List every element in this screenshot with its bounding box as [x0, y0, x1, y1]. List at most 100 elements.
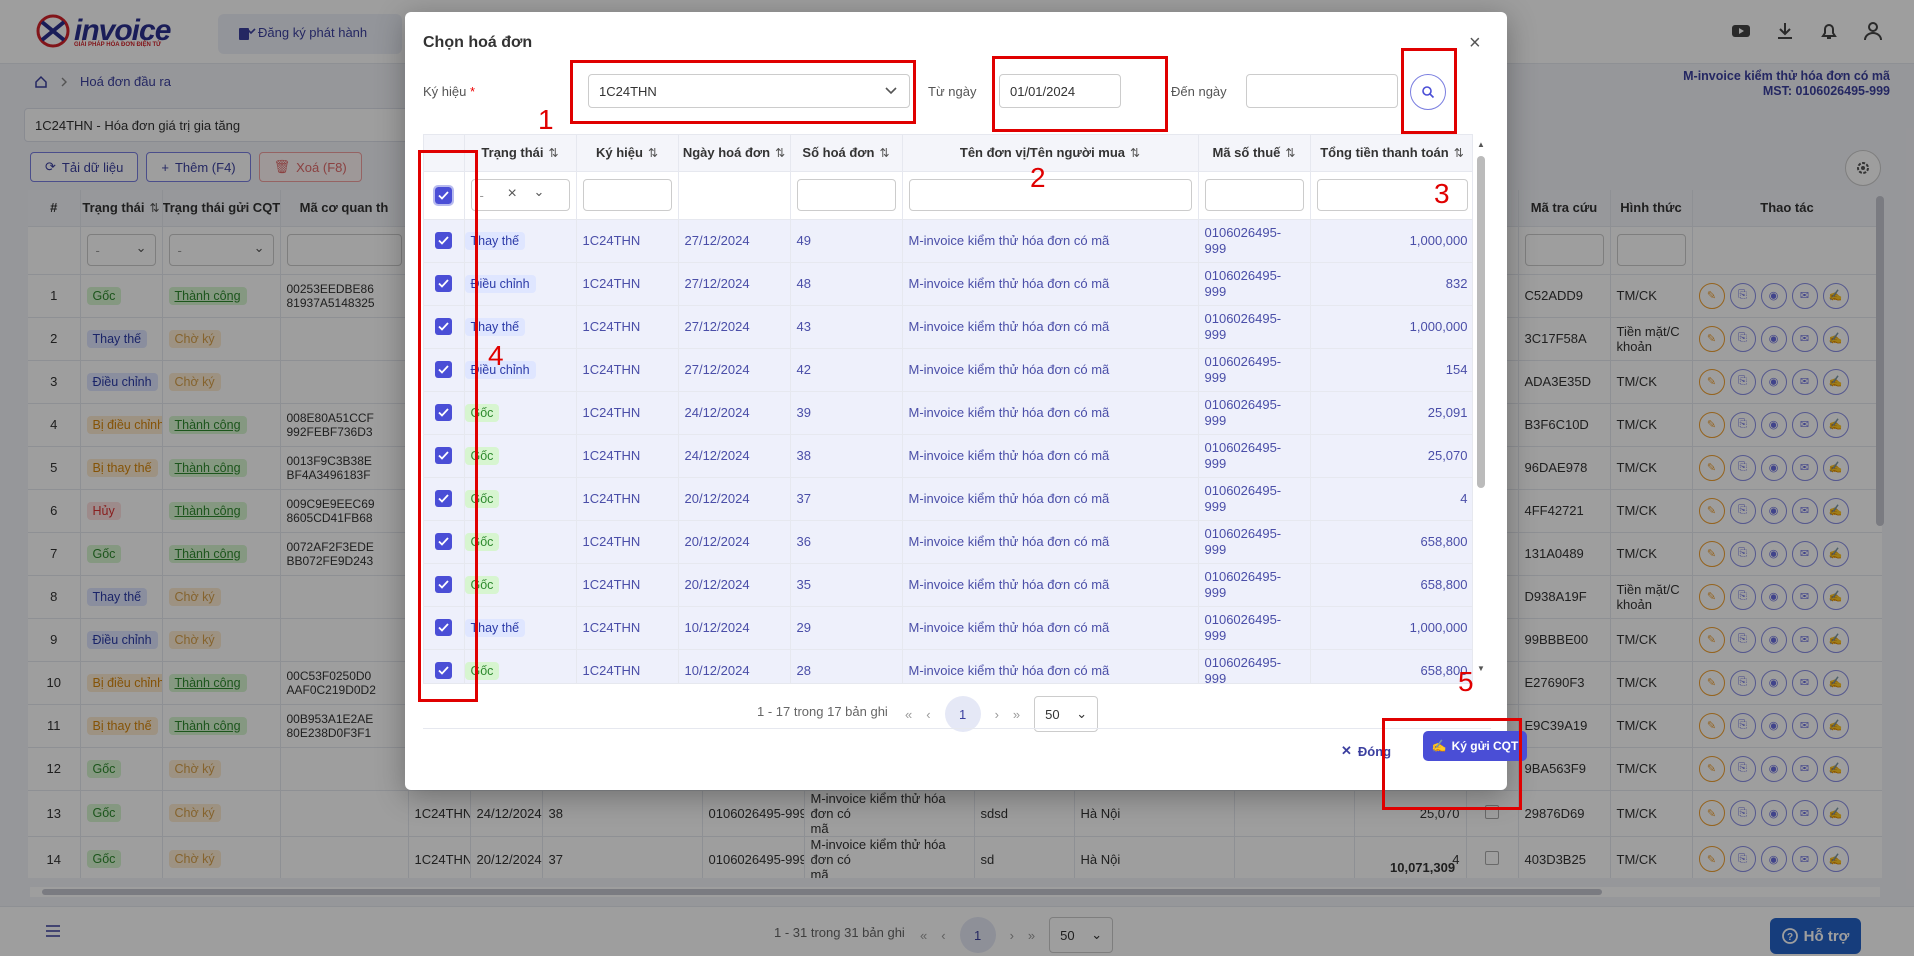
cell-total: 1,000,000 [1310, 606, 1472, 650]
annotation-box-1 [570, 60, 916, 124]
annotation-box-2 [992, 56, 1168, 132]
cell-serial: 1C24THN [576, 606, 679, 650]
modal-table-row[interactable]: Gốc 1C24THN 20/12/2024 37 M-invoice kiểm thử… [424, 477, 1472, 521]
cell-taxcode: 0106026495- 999 [1198, 477, 1311, 521]
to-date-label: Đến ngày [1171, 84, 1227, 99]
annotation-number-2: 2 [1030, 162, 1046, 193]
annotation-box-4 [418, 150, 478, 702]
cell-number: 36 [790, 520, 903, 564]
cell-number: 43 [790, 305, 903, 349]
m-col-taxcode[interactable]: Mã số thuế ⇅ [1198, 135, 1311, 172]
modal-table-row[interactable]: Gốc 1C24THN 20/12/2024 36 M-invoice kiểm thử… [424, 520, 1472, 564]
cell-taxcode: 0106026495- 999 [1198, 348, 1311, 392]
cell-date: 24/12/2024 [678, 391, 791, 435]
first-page-icon[interactable]: « [905, 707, 912, 722]
cell-number: 37 [790, 477, 903, 521]
cell-total: 4 [1310, 477, 1472, 521]
to-date-input[interactable] [1246, 74, 1398, 108]
modal-filter-row: - × ⌄ [424, 171, 1472, 220]
cell-buyer-name: M-invoice kiểm thử hóa đơn có mã [902, 520, 1199, 564]
annotation-number-5: 5 [1458, 666, 1474, 697]
annotation-number-4: 4 [488, 340, 504, 371]
number-filter[interactable] [796, 179, 896, 211]
select-invoice-modal: Chọn hoá đơn × Ký hiệu * 1C24THN Từ ngày… [405, 12, 1527, 790]
cell-buyer-name: M-invoice kiểm thử hóa đơn có mã [902, 434, 1199, 478]
cell-taxcode: 0106026495- 999 [1198, 606, 1311, 650]
cell-number: 42 [790, 348, 903, 392]
taxcode-filter[interactable] [1204, 179, 1304, 211]
m-col-total[interactable]: Tổng tiền thanh toán ⇅ [1310, 135, 1472, 172]
cell-number: 39 [790, 391, 903, 435]
modal-pager-info: 1 - 17 trong 17 bản ghi [757, 704, 888, 719]
cell-buyer-name: M-invoice kiểm thử hóa đơn có mã [902, 606, 1199, 650]
modal-table-row[interactable]: Điều chỉnh 1C24THN 27/12/2024 48 M-invoice k… [424, 262, 1472, 306]
buyer-filter[interactable] [908, 179, 1192, 211]
modal-vertical-scrollbar[interactable]: ▲ ▼ [1477, 140, 1485, 673]
cell-serial: 1C24THN [576, 520, 679, 564]
cell-serial: 1C24THN [576, 649, 679, 683]
cell-buyer-name: M-invoice kiểm thử hóa đơn có mã [902, 477, 1199, 521]
annotation-box-3 [1401, 48, 1457, 134]
cell-date: 27/12/2024 [678, 348, 791, 392]
modal-page-number[interactable]: 1 [944, 696, 981, 732]
cell-serial: 1C24THN [576, 434, 679, 478]
cell-serial: 1C24THN [576, 348, 679, 392]
cell-taxcode: 0106026495- 999 [1198, 262, 1311, 306]
m-col-serial[interactable]: Ký hiệu ⇅ [576, 135, 679, 172]
cell-taxcode: 0106026495- 999 [1198, 219, 1311, 263]
cell-taxcode: 0106026495- 999 [1198, 434, 1311, 478]
cell-date: 20/12/2024 [678, 477, 791, 521]
cell-buyer-name: M-invoice kiểm thử hóa đơn có mã [902, 305, 1199, 349]
modal-table-row[interactable]: Gốc 1C24THN 24/12/2024 39 M-invoice kiểm thử… [424, 391, 1472, 435]
cell-taxcode: 0106026495- 999 [1198, 520, 1311, 564]
cell-number: 29 [790, 606, 903, 650]
cell-total: 1,000,000 [1310, 219, 1472, 263]
cell-number: 28 [790, 649, 903, 683]
cell-buyer-name: M-invoice kiểm thử hóa đơn có mã [902, 391, 1199, 435]
modal-table-row[interactable]: Thay thế 1C24THN 27/12/2024 49 M-invoice kiể… [424, 219, 1472, 263]
cell-date: 10/12/2024 [678, 649, 791, 683]
close-icon: ✕ [1341, 743, 1352, 758]
clear-icon: × [507, 185, 517, 202]
serial-filter[interactable] [582, 179, 672, 211]
cell-buyer-name: M-invoice kiểm thử hóa đơn có mã [902, 348, 1199, 392]
next-page-icon[interactable]: › [995, 707, 999, 722]
cell-number: 38 [790, 434, 903, 478]
cell-date: 24/12/2024 [678, 434, 791, 478]
cell-buyer-name: M-invoice kiểm thử hóa đơn có mã [902, 563, 1199, 607]
modal-footer: ✕ Đóng ✍ Ký gửi CQT [423, 728, 1527, 761]
cell-serial: 1C24THN [576, 262, 679, 306]
last-page-icon[interactable]: » [1013, 707, 1020, 722]
cell-taxcode: 0106026495- 999 [1198, 305, 1311, 349]
cell-serial: 1C24THN [576, 305, 679, 349]
modal-table-row[interactable]: Thay thế 1C24THN 10/12/2024 29 M-invoice kiể… [424, 606, 1472, 650]
modal-table-row[interactable]: Điều chỉnh 1C24THN 27/12/2024 42 M-invoice k… [424, 348, 1472, 392]
chevron-down-icon: ⌄ [533, 184, 545, 199]
cell-date: 27/12/2024 [678, 305, 791, 349]
cell-date: 27/12/2024 [678, 262, 791, 306]
m-col-number[interactable]: Số hoá đơn ⇅ [790, 135, 903, 172]
m-col-date[interactable]: Ngày hoá đơn ⇅ [678, 135, 791, 172]
modal-table-container: Trạng thái ⇅ Ký hiệu ⇅ Ngày hoá đơn ⇅ Số ho… [423, 134, 1473, 684]
cell-total: 832 [1310, 262, 1472, 306]
status-filter[interactable]: - × ⌄ [470, 179, 570, 211]
modal-page-size-select[interactable]: 50 ⌄ [1034, 696, 1099, 732]
prev-page-icon[interactable]: ‹ [926, 707, 930, 722]
m-col-buyer[interactable]: Tên đơn vị/Tên người mua ⇅ [902, 135, 1199, 172]
annotation-box-5 [1382, 718, 1522, 810]
cell-number: 35 [790, 563, 903, 607]
cell-serial: 1C24THN [576, 563, 679, 607]
cell-total: 25,070 [1310, 434, 1472, 478]
cell-date: 20/12/2024 [678, 520, 791, 564]
modal-title: Chọn hoá đơn [423, 34, 533, 51]
modal-table-row[interactable]: Gốc 1C24THN 20/12/2024 35 M-invoice kiểm thử… [424, 563, 1472, 607]
m-col-status[interactable]: Trạng thái ⇅ [464, 135, 577, 172]
modal-table-row[interactable]: Gốc 1C24THN 10/12/2024 28 M-invoice kiểm thử… [424, 649, 1472, 683]
modal-table-row[interactable]: Thay thế 1C24THN 27/12/2024 43 M-invoice kiể… [424, 305, 1472, 349]
cell-serial: 1C24THN [576, 391, 679, 435]
cell-total: 154 [1310, 348, 1472, 392]
modal-table-row[interactable]: Gốc 1C24THN 24/12/2024 38 M-invoice kiểm thử… [424, 434, 1472, 478]
annotation-number-1: 1 [538, 104, 554, 135]
close-icon[interactable]: × [1469, 32, 1481, 55]
cell-serial: 1C24THN [576, 219, 679, 263]
